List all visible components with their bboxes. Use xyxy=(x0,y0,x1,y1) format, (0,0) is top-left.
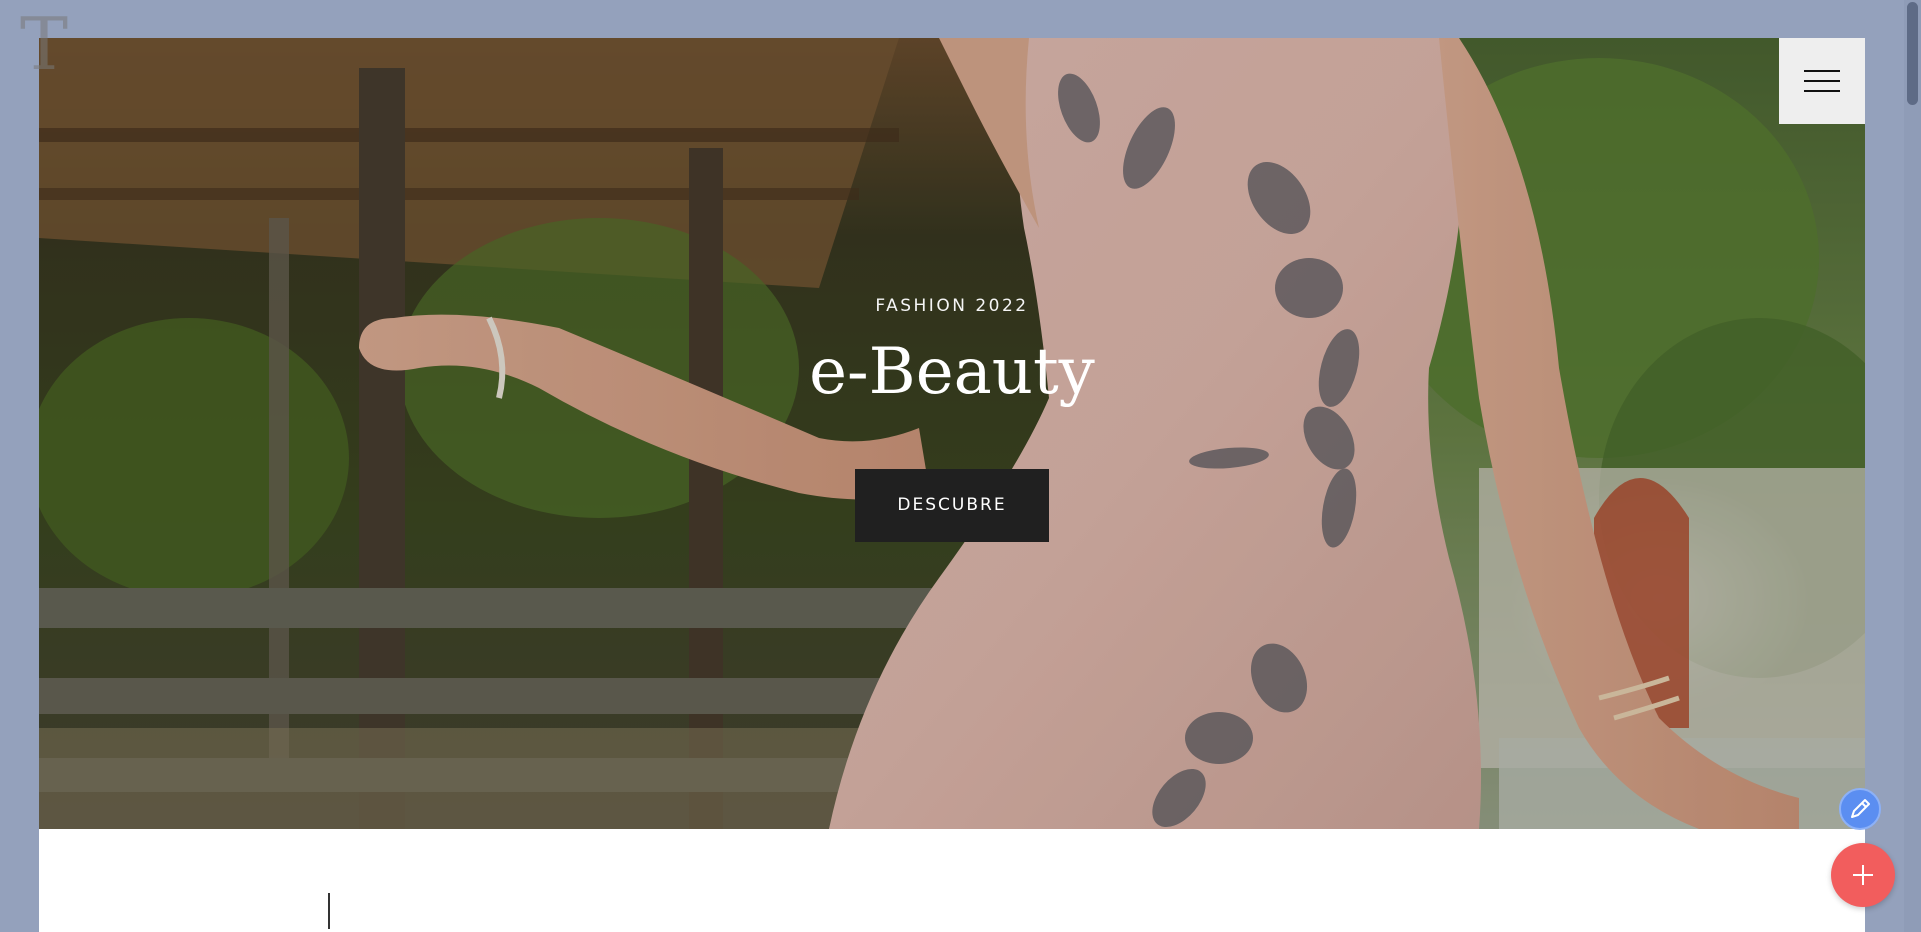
edit-button[interactable] xyxy=(1839,788,1881,830)
logo-letter: T xyxy=(20,2,68,86)
text-cursor xyxy=(328,893,330,929)
pencil-icon xyxy=(1851,799,1870,818)
discover-button[interactable]: DESCUBRE xyxy=(855,468,1049,542)
hero-banner: FASHION 2022 e-Beauty DESCUBRE xyxy=(39,38,1865,829)
site-logo[interactable]: T xyxy=(20,8,74,80)
page-scrollbar[interactable] xyxy=(1904,0,1921,932)
hero-eyebrow: FASHION 2022 xyxy=(875,296,1029,316)
scrollbar-thumb[interactable] xyxy=(1907,2,1918,105)
page-frame: FASHION 2022 e-Beauty DESCUBRE xyxy=(39,38,1865,932)
menu-button[interactable] xyxy=(1779,38,1865,124)
hero-content: FASHION 2022 e-Beauty DESCUBRE xyxy=(39,296,1865,542)
hero-title: e-Beauty xyxy=(809,335,1095,409)
add-button[interactable] xyxy=(1831,843,1895,907)
